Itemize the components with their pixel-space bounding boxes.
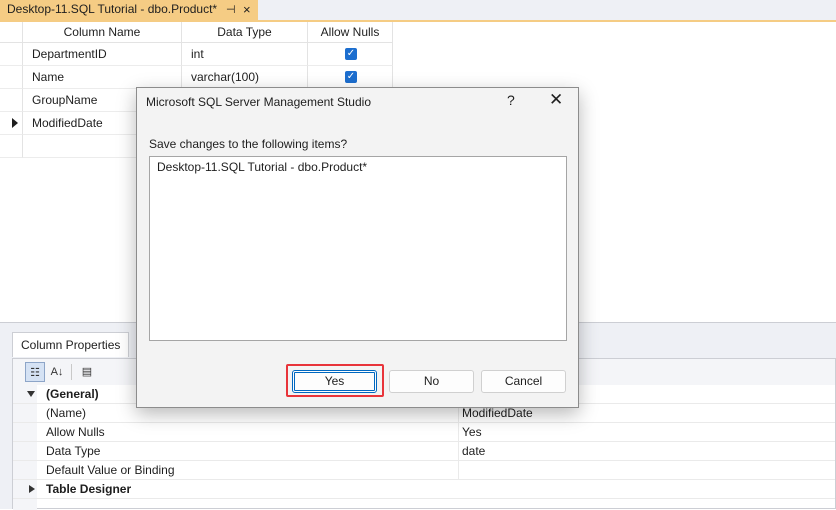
property-name: Default Value or Binding (46, 463, 175, 477)
property-row[interactable]: Data Type date (13, 442, 835, 461)
property-name: (General) (46, 387, 99, 401)
tab-product-table[interactable]: Desktop-11.SQL Tutorial - dbo.Product* ⊣… (0, 0, 258, 20)
dialog-prompt: Save changes to the following items? (149, 137, 348, 151)
allow-nulls-cell[interactable]: ✓ (308, 66, 393, 89)
property-divider (458, 442, 459, 461)
data-type-cell[interactable]: int (182, 43, 308, 66)
yes-button-highlight (286, 364, 384, 397)
property-row[interactable]: Allow Nulls Yes (13, 423, 835, 442)
data-type-cell[interactable]: varchar(100) (182, 66, 308, 89)
dialog-title: Microsoft SQL Server Management Studio (146, 95, 371, 109)
current-row-arrow-icon (12, 118, 18, 128)
sort-az-icon[interactable]: A↓ (47, 362, 67, 382)
cancel-button[interactable]: Cancel (481, 370, 566, 393)
row-selector[interactable] (0, 43, 23, 66)
property-name: Table Designer (46, 482, 132, 496)
changed-items-list[interactable]: Desktop-11.SQL Tutorial - dbo.Product* (149, 156, 567, 341)
expand-icon[interactable] (29, 485, 35, 493)
property-divider (458, 461, 459, 480)
allow-nulls-header: Allow Nulls (308, 22, 393, 43)
close-icon[interactable]: ✕ (549, 90, 563, 110)
property-name: (Name) (46, 406, 87, 420)
toolbar-divider (71, 364, 72, 380)
row-selector[interactable] (0, 89, 23, 112)
property-name: Data Type (46, 444, 101, 458)
list-item: Desktop-11.SQL Tutorial - dbo.Product* (157, 160, 368, 174)
property-category-table-designer[interactable]: Table Designer (13, 480, 835, 499)
column-name-cell[interactable]: Name (23, 66, 182, 89)
pin-icon[interactable]: ⊣ (226, 3, 236, 16)
tab-title: Desktop-11.SQL Tutorial - dbo.Product* (7, 2, 218, 16)
column-name-cell[interactable]: DepartmentID (23, 43, 182, 66)
no-button[interactable]: No (389, 370, 474, 393)
tab-column-properties[interactable]: Column Properties (12, 332, 130, 357)
property-divider (458, 423, 459, 442)
grid-header-selector (0, 22, 23, 43)
row-selector[interactable] (0, 66, 23, 89)
document-tab-strip: Desktop-11.SQL Tutorial - dbo.Product* ⊣… (0, 0, 836, 22)
property-value[interactable]: Yes (462, 423, 482, 442)
help-icon[interactable]: ? (507, 92, 515, 108)
column-name-header: Column Name (23, 22, 182, 43)
save-changes-dialog: Microsoft SQL Server Management Studio ?… (136, 87, 579, 408)
checkbox-checked-icon[interactable]: ✓ (345, 71, 357, 83)
data-type-header: Data Type (182, 22, 308, 43)
checkbox-checked-icon[interactable]: ✓ (345, 48, 357, 60)
property-value[interactable]: date (462, 442, 485, 461)
table-row[interactable]: DepartmentID int ✓ (0, 43, 393, 66)
table-row[interactable]: Name varchar(100) ✓ (0, 66, 393, 89)
property-row[interactable]: Default Value or Binding (13, 461, 835, 480)
close-tab-icon[interactable]: × (243, 2, 251, 17)
categorized-icon[interactable]: ☷ (25, 362, 45, 382)
grid-header: Column Name Data Type Allow Nulls (0, 22, 393, 43)
property-name: Allow Nulls (46, 425, 105, 439)
allow-nulls-cell[interactable]: ✓ (308, 43, 393, 66)
property-pages-icon[interactable]: ▤ (77, 362, 97, 382)
row-selector[interactable] (0, 135, 23, 158)
row-selector[interactable] (0, 112, 23, 135)
collapse-icon[interactable] (27, 391, 35, 397)
